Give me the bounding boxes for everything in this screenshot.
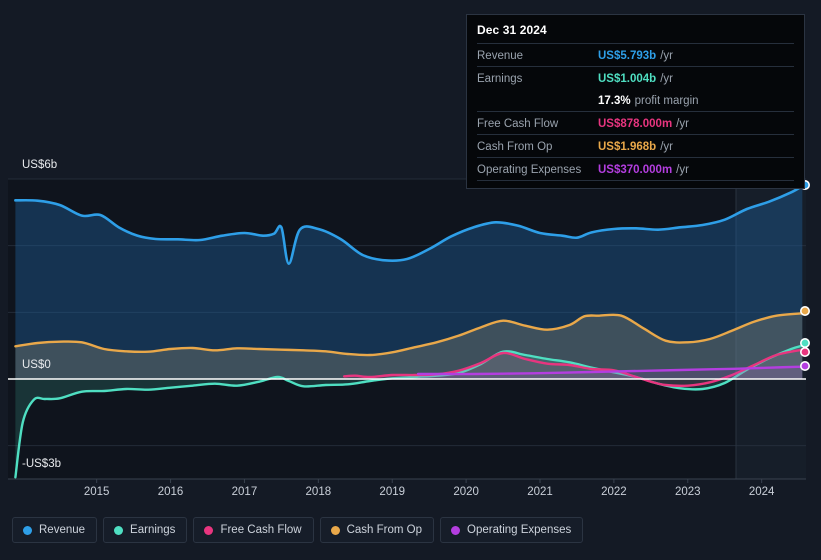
x-axis-tick-label-2022: 2022: [601, 486, 627, 498]
tooltip-row-value: US$878.000m: [598, 118, 673, 130]
legend-item-earnings[interactable]: Earnings: [103, 517, 188, 543]
tooltip-row-label: Free Cash Flow: [477, 118, 559, 130]
tooltip-row-value-group: US$1.968b/yr: [598, 137, 673, 155]
tooltip-row-profit-margin: 17.3% profit margin: [477, 89, 794, 111]
tooltip-row-value-group: US$5.793b/yr: [598, 46, 673, 64]
tooltip-date: Dec 31 2024: [477, 23, 547, 37]
tooltip-row-label: Cash From Op: [477, 141, 553, 153]
tooltip-row-value: US$370.000m: [598, 164, 673, 176]
legend-color-dot-icon: [451, 525, 461, 535]
tooltip-row-value: US$5.793b: [598, 50, 657, 62]
tooltip-profit-margin-group: 17.3% profit margin: [598, 91, 699, 109]
tooltip-row-suffix: /yr: [676, 164, 689, 176]
tooltip-row-suffix: /yr: [660, 50, 673, 62]
x-axis-tick-label-2020: 2020: [453, 486, 479, 498]
x-axis-tick-label-2023: 2023: [674, 486, 701, 498]
tooltip-row-value-group: US$878.000m/yr: [598, 114, 689, 132]
legend-item-cash-from-op[interactable]: Cash From Op: [319, 517, 435, 543]
tooltip-row-suffix: /yr: [660, 73, 673, 85]
x-axis-tick-label-2018: 2018: [305, 486, 332, 498]
legend-item-revenue[interactable]: Revenue: [12, 517, 98, 543]
data-tooltip-card: Dec 31 2024 Revenue US$5.793b/yr Earnings U…: [466, 14, 805, 189]
tooltip-row-operating-expenses: Operating Expenses US$370.000m/yr: [477, 157, 794, 180]
legend-item-label: Cash From Op: [346, 524, 423, 536]
tooltip-row-value: US$1.968b: [598, 141, 657, 153]
tooltip-row-suffix: /yr: [676, 118, 689, 130]
x-axis-tick-label-2024: 2024: [748, 486, 775, 498]
x-axis-tick-label-2015: 2015: [83, 486, 110, 498]
legend-item-label: Revenue: [39, 524, 86, 536]
chart-legend[interactable]: Revenue Earnings Free Cash Flow Cash From O…: [12, 517, 584, 543]
profit-margin-value: 17.3%: [598, 95, 631, 107]
x-axis-tick-label-2019: 2019: [379, 486, 406, 498]
x-axis-tick-label-2021: 2021: [527, 486, 553, 498]
tooltip-row-free-cash-flow: Free Cash Flow US$878.000m/yr: [477, 111, 794, 134]
y-axis-label-bottom: -US$3b: [22, 458, 61, 470]
tooltip-rows: Revenue US$5.793b/yr Earnings US$1.004b/yr 1…: [477, 43, 794, 181]
profit-margin-text: profit margin: [634, 95, 699, 107]
tooltip-row-earnings: Earnings US$1.004b/yr: [477, 66, 794, 89]
tooltip-row-revenue: Revenue US$5.793b/yr: [477, 43, 794, 66]
legend-color-dot-icon: [114, 525, 124, 535]
financial-performance-chart: US$6b US$0 -US$3b 2015 2016 2017 2018 2019 20…: [0, 0, 821, 560]
x-axis-tick-label-2017: 2017: [231, 486, 258, 498]
tooltip-row-value-group: US$1.004b/yr: [598, 69, 673, 87]
legend-item-label: Free Cash Flow: [220, 524, 302, 536]
endpoint-marker-free-cash-flow[interactable]: [799, 346, 810, 357]
legend-item-free-cash-flow[interactable]: Free Cash Flow: [193, 517, 314, 543]
endpoint-marker-earnings[interactable]: [799, 337, 810, 348]
legend-item-label: Operating Expenses: [467, 524, 572, 536]
tooltip-row-label: Earnings: [477, 73, 523, 85]
legend-color-dot-icon: [204, 525, 214, 535]
tooltip-bottom-rule: [477, 180, 794, 181]
tooltip-row-cash-from-op: Cash From Op US$1.968b/yr: [477, 134, 794, 157]
tooltip-row-suffix: /yr: [660, 141, 673, 153]
endpoint-marker-cash-from-op[interactable]: [799, 305, 810, 316]
tooltip-row-value-group: US$370.000m/yr: [598, 160, 689, 178]
endpoint-marker-operating-expenses[interactable]: [799, 360, 810, 371]
legend-item-label: Earnings: [130, 524, 176, 536]
legend-color-dot-icon: [23, 525, 32, 535]
tooltip-row-label: Revenue: [477, 50, 524, 62]
x-axis-tick-label-2016: 2016: [157, 486, 184, 498]
y-axis-label-top: US$6b: [22, 159, 58, 171]
tooltip-row-label: Operating Expenses: [477, 164, 582, 176]
y-axis-label-zero: US$0: [22, 359, 51, 371]
tooltip-row-value: US$1.004b: [598, 73, 657, 85]
legend-color-dot-icon: [330, 525, 340, 535]
legend-item-operating-expenses[interactable]: Operating Expenses: [440, 517, 584, 543]
